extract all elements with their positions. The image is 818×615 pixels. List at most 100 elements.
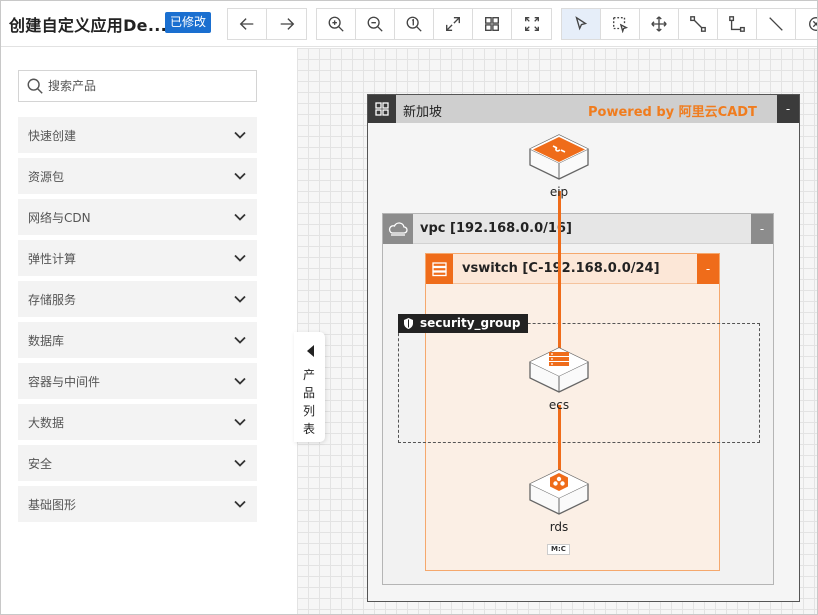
actual-size-button[interactable] [395, 9, 434, 39]
status-badge: 已修改 [165, 12, 212, 33]
close-circle-icon [808, 17, 817, 31]
region-collapse-button[interactable]: - [777, 95, 799, 123]
expand-diagonal-icon [446, 17, 460, 31]
category-label: 大数据 [28, 415, 65, 430]
product-list-toggle[interactable]: 产品列表 [294, 332, 325, 442]
edit-toolbar-group [561, 8, 817, 40]
product-search-input[interactable] [48, 79, 248, 93]
eip-icon [529, 134, 589, 180]
category-list: 快速创建 资源包 网络与CDN 弹性计算 存储服务 数据库 容器与中间件 大数据… [18, 117, 257, 527]
category-item-storage[interactable]: 存储服务 [18, 281, 257, 317]
category-item-elastic-compute[interactable]: 弹性计算 [18, 240, 257, 276]
undo-button[interactable] [228, 9, 267, 39]
undo-arrow-icon [239, 18, 254, 30]
search-icon [27, 78, 43, 94]
category-label: 存储服务 [28, 292, 77, 307]
chevron-down-icon [234, 295, 246, 303]
chevron-down-icon [234, 131, 246, 139]
switch-icon [426, 254, 453, 284]
fullscreen-icon [524, 17, 539, 31]
ecs-label: ecs [548, 398, 570, 412]
category-item-resource-package[interactable]: 资源包 [18, 158, 257, 194]
category-label: 快速创建 [28, 128, 77, 143]
chevron-down-icon [234, 254, 246, 262]
zoom-in-icon [328, 16, 344, 32]
chevron-left-icon [307, 345, 314, 357]
vpc-header: vpc [192.168.0.0/16] - [383, 214, 773, 244]
auto-layout-button[interactable] [473, 9, 512, 39]
category-item-network-cdn[interactable]: 网络与CDN [18, 199, 257, 235]
select-tool-button[interactable] [562, 9, 601, 39]
pointer-icon [575, 16, 588, 31]
shield-icon [404, 318, 413, 329]
move-icon [651, 16, 667, 32]
grid-layout-icon [485, 17, 499, 31]
connector-icon [690, 16, 706, 32]
chevron-down-icon [234, 418, 246, 426]
app-window: 创建自定义应用De... 已修改 搜索产品 快速创建 资源包 网络与CDN 弹性… [0, 0, 818, 615]
box-select-tool-button[interactable] [601, 9, 640, 39]
rds-node[interactable]: rds [528, 468, 590, 534]
eip-node[interactable]: eip [528, 133, 590, 199]
vpc-collapse-button[interactable]: - [751, 214, 773, 244]
box-select-icon [613, 17, 629, 33]
category-label: 弹性计算 [28, 251, 77, 266]
rds-tag: M:C [547, 544, 570, 555]
diagram-canvas[interactable]: 新加坡 Powered by 阿里云CADT - vpc [192.168.0.… [297, 48, 817, 614]
category-item-security[interactable]: 安全 [18, 445, 257, 481]
rds-label: rds [549, 520, 569, 534]
product-list-label: 产品列表 [303, 368, 316, 436]
category-label: 网络与CDN [28, 210, 91, 225]
category-label: 基础图形 [28, 497, 77, 512]
pan-tool-button[interactable] [640, 9, 679, 39]
rds-icon [529, 469, 589, 515]
region-header: 新加坡 Powered by 阿里云CADT - [368, 95, 799, 123]
category-label: 容器与中间件 [28, 374, 101, 389]
product-sidebar: 快速创建 资源包 网络与CDN 弹性计算 存储服务 数据库 容器与中间件 大数据… [1, 48, 297, 614]
line-icon [769, 17, 783, 31]
security-group-name: security_group [420, 316, 521, 330]
product-search-box [18, 70, 257, 102]
chevron-down-icon [234, 459, 246, 467]
redo-button[interactable] [267, 9, 306, 39]
cloud-icon [383, 214, 413, 244]
history-toolbar-group [227, 8, 307, 40]
chevron-down-icon [234, 336, 246, 344]
vpc-name: vpc [192.168.0.0/16] [420, 221, 572, 236]
eip-label: eip [549, 185, 569, 199]
security-group-header: security_group [398, 314, 529, 333]
eip-ecs-connection[interactable] [558, 191, 561, 351]
chevron-down-icon [234, 213, 246, 221]
elbow-line-icon [729, 16, 745, 32]
line-tool-button[interactable] [757, 9, 796, 39]
category-item-basic-shapes[interactable]: 基础图形 [18, 486, 257, 522]
zoom-in-button[interactable] [317, 9, 356, 39]
powered-by-label: Powered by 阿里云CADT [588, 105, 757, 120]
fullscreen-button[interactable] [512, 9, 551, 39]
view-toolbar-group [316, 8, 552, 40]
chevron-down-icon [234, 500, 246, 508]
region-grid-icon [368, 95, 396, 123]
vswitch-collapse-button[interactable]: - [697, 254, 719, 284]
category-label: 资源包 [28, 169, 65, 184]
category-item-container-middleware[interactable]: 容器与中间件 [18, 363, 257, 399]
actual-size-icon [406, 16, 422, 32]
ecs-icon [529, 347, 589, 393]
ecs-node[interactable]: ecs [528, 346, 590, 412]
category-item-big-data[interactable]: 大数据 [18, 404, 257, 440]
fit-view-button[interactable] [434, 9, 473, 39]
close-tool-button[interactable] [796, 9, 817, 39]
category-item-database[interactable]: 数据库 [18, 322, 257, 358]
zoom-out-button[interactable] [356, 9, 395, 39]
zoom-out-icon [367, 16, 383, 32]
elbow-line-tool-button[interactable] [718, 9, 757, 39]
region-name: 新加坡 [403, 105, 443, 120]
connector-tool-button[interactable] [679, 9, 718, 39]
category-label: 数据库 [28, 333, 65, 348]
app-title: 创建自定义应用De... [9, 16, 167, 35]
chevron-down-icon [234, 172, 246, 180]
header-toolbar: 创建自定义应用De... 已修改 [1, 1, 817, 47]
category-label: 安全 [28, 456, 53, 471]
redo-arrow-icon [280, 18, 294, 30]
category-item-quick-create[interactable]: 快速创建 [18, 117, 257, 153]
